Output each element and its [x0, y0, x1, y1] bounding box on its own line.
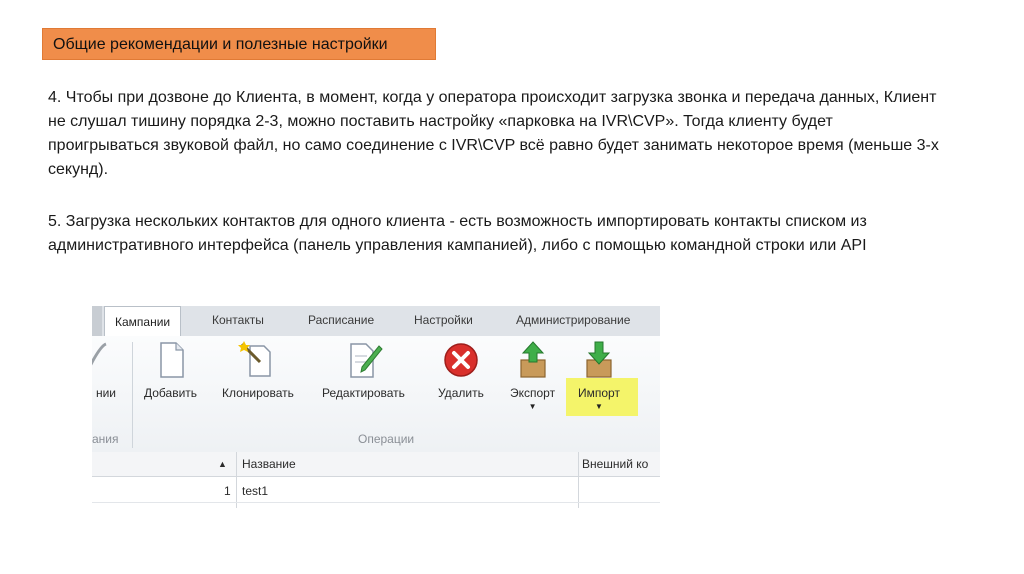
- blank-document-icon: [159, 342, 184, 378]
- ribbon-panel: нии ания Добавить Клонировать Редактиров…: [92, 336, 660, 453]
- import-button[interactable]: Импорт ▼: [578, 340, 620, 411]
- import-button-label: Импорт: [578, 386, 620, 400]
- tab-administration[interactable]: Администрирование: [516, 313, 630, 327]
- partial-button-label: нии: [95, 386, 117, 400]
- app-screenshot: Кампании Контакты Расписание Настройки А…: [92, 306, 660, 508]
- tab-schedule[interactable]: Расписание: [308, 313, 374, 327]
- edit-button-label: Редактировать: [322, 386, 405, 400]
- box-arrow-up-icon: [519, 341, 546, 378]
- operations-group-label: Операции: [358, 432, 415, 446]
- paragraph-4: 4. Чтобы при дозвоне до Клиента, в момен…: [48, 89, 939, 178]
- edit-button[interactable]: Редактировать: [322, 340, 405, 400]
- red-x-delete-icon: [444, 343, 478, 377]
- ribbon-tab-bar: Кампании Контакты Расписание Настройки А…: [92, 306, 660, 337]
- column-header-external-code[interactable]: Внешний ко: [582, 457, 648, 471]
- add-button[interactable]: Добавить: [144, 340, 197, 400]
- grid-row-line: [92, 502, 660, 503]
- paragraph-5: 5. Загрузка нескольких контактов для одн…: [48, 213, 867, 254]
- grid-header: [92, 452, 660, 477]
- add-button-label: Добавить: [144, 386, 198, 400]
- tab-bar-edge: [92, 306, 102, 336]
- group-separator: [132, 342, 133, 448]
- slide-title: Общие рекомендации и полезные настройки: [53, 36, 388, 53]
- tab-settings[interactable]: Настройки: [414, 313, 473, 327]
- clone-button-label: Клонировать: [222, 386, 294, 400]
- partial-group-label: ания: [92, 432, 119, 446]
- row-number: 1: [224, 484, 231, 498]
- magic-wand-document-icon: [237, 341, 271, 377]
- feather-icon: [92, 342, 107, 366]
- export-button[interactable]: Экспорт ▼: [510, 340, 555, 411]
- tab-contacts[interactable]: Контакты: [212, 313, 264, 327]
- column-header-name[interactable]: Название: [242, 457, 296, 471]
- export-button-label: Экспорт: [510, 386, 556, 400]
- sort-ascending-icon[interactable]: ▲: [218, 459, 227, 469]
- grid-divider: [236, 452, 237, 508]
- slide-header: Общие рекомендации и полезные настройки: [42, 28, 436, 60]
- tab-campaigns[interactable]: Кампании: [104, 306, 182, 336]
- delete-button-label: Удалить: [438, 386, 484, 400]
- import-dropdown-arrow[interactable]: ▼: [578, 402, 620, 411]
- box-arrow-down-icon: [586, 341, 612, 378]
- export-dropdown-arrow[interactable]: ▼: [510, 402, 555, 411]
- pencil-document-icon: [350, 343, 384, 378]
- table-row-name[interactable]: test1: [242, 484, 268, 498]
- partial-ribbon-button[interactable]: нии: [92, 340, 126, 400]
- clone-button[interactable]: Клонировать: [222, 340, 294, 400]
- grid-divider: [578, 452, 579, 508]
- delete-button[interactable]: Удалить: [438, 340, 484, 400]
- data-grid: ▲ Название Внешний ко 1 test1: [92, 452, 660, 508]
